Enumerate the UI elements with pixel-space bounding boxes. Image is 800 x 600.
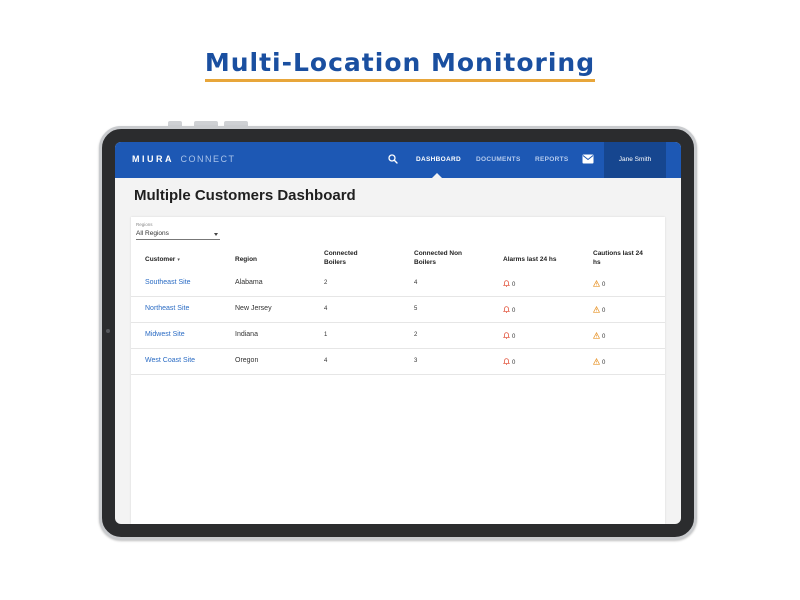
alarms-cell: 0 — [503, 306, 515, 314]
boilers-cell: 1 — [324, 332, 328, 338]
customer-link[interactable]: Northeast Site — [145, 305, 189, 312]
customers-panel: Regions All Regions Customer ▾ Region Con… — [131, 217, 665, 524]
non-boilers-cell: 2 — [414, 332, 418, 338]
header-customer[interactable]: Customer ▾ — [145, 255, 180, 265]
miura-logo[interactable]: MIURA CONNECT — [132, 154, 236, 164]
region-cell: Indiana — [235, 331, 258, 338]
table-body: Southeast Site Alabama 2 4 0 0 Northeast… — [131, 271, 665, 375]
camera-dot — [106, 329, 110, 333]
nav-reports[interactable]: REPORTS — [535, 156, 569, 163]
nav-active-indicator — [432, 173, 442, 178]
chevron-down-icon — [214, 233, 218, 236]
header-region: Region — [235, 256, 258, 263]
alarms-cell: 0 — [503, 280, 515, 288]
search-icon[interactable] — [387, 153, 399, 165]
tablet-screen: MIURA CONNECT DASHBOARD DOCUMENTS REPORT… — [115, 142, 681, 524]
boilers-cell: 2 — [324, 280, 328, 286]
top-navbar: MIURA CONNECT DASHBOARD DOCUMENTS REPORT… — [115, 142, 681, 178]
warning-icon — [592, 305, 601, 313]
alarms-cell: 0 — [503, 332, 515, 340]
warning-icon — [592, 331, 601, 339]
sort-arrow-icon: ▾ — [177, 257, 180, 263]
region-filter-select[interactable]: All Regions — [136, 229, 220, 240]
bell-icon — [503, 358, 510, 365]
table-row: Midwest Site Indiana 1 2 0 0 — [131, 323, 665, 349]
table-row: Southeast Site Alabama 2 4 0 0 — [131, 271, 665, 297]
bell-icon — [503, 280, 510, 287]
logo-sub: CONNECT — [180, 154, 236, 164]
nav-documents[interactable]: DOCUMENTS — [476, 156, 521, 163]
header-alarms: Alarms last 24 hs — [503, 256, 557, 263]
region-filter-value: All Regions — [136, 230, 169, 237]
cautions-cell: 0 — [592, 305, 605, 314]
user-menu[interactable]: Jane Smith — [604, 142, 666, 178]
non-boilers-cell: 4 — [414, 280, 418, 286]
cautions-cell: 0 — [592, 331, 605, 340]
warning-icon — [592, 357, 601, 365]
customer-link[interactable]: Midwest Site — [145, 331, 185, 338]
dashboard-title: Multiple Customers Dashboard — [134, 187, 356, 204]
boilers-cell: 4 — [324, 306, 328, 312]
region-filter-label: Regions — [136, 222, 153, 227]
non-boilers-cell: 3 — [414, 358, 418, 364]
logo-brand: MIURA — [132, 154, 174, 164]
heading-title: Multi-Location Monitoring — [204, 48, 596, 82]
header-connected-non-boilers: Connected Non Boilers — [414, 250, 463, 266]
customer-link[interactable]: Southeast Site — [145, 279, 191, 286]
warning-icon — [592, 279, 601, 287]
cautions-cell: 0 — [592, 279, 605, 288]
tablet-frame: MIURA CONNECT DASHBOARD DOCUMENTS REPORT… — [99, 126, 697, 540]
bell-icon — [503, 306, 510, 313]
alarms-cell: 0 — [503, 358, 515, 366]
table-row: West Coast Site Oregon 4 3 0 0 — [131, 349, 665, 375]
header-cautions: Cautions last 24 hs — [593, 250, 643, 266]
customer-link[interactable]: West Coast Site — [145, 357, 195, 364]
non-boilers-cell: 5 — [414, 306, 418, 312]
header-connected-boilers: Connected Boilers — [324, 250, 358, 266]
boilers-cell: 4 — [324, 358, 328, 364]
mail-icon[interactable] — [582, 154, 594, 164]
table-row: Northeast Site New Jersey 4 5 0 0 — [131, 297, 665, 323]
region-cell: New Jersey — [235, 305, 272, 312]
bell-icon — [503, 332, 510, 339]
region-cell: Alabama — [235, 279, 263, 286]
region-cell: Oregon — [235, 357, 259, 364]
cautions-cell: 0 — [592, 357, 605, 366]
page-heading: Multi-Location Monitoring — [0, 48, 800, 82]
nav-dashboard[interactable]: DASHBOARD — [416, 156, 461, 163]
